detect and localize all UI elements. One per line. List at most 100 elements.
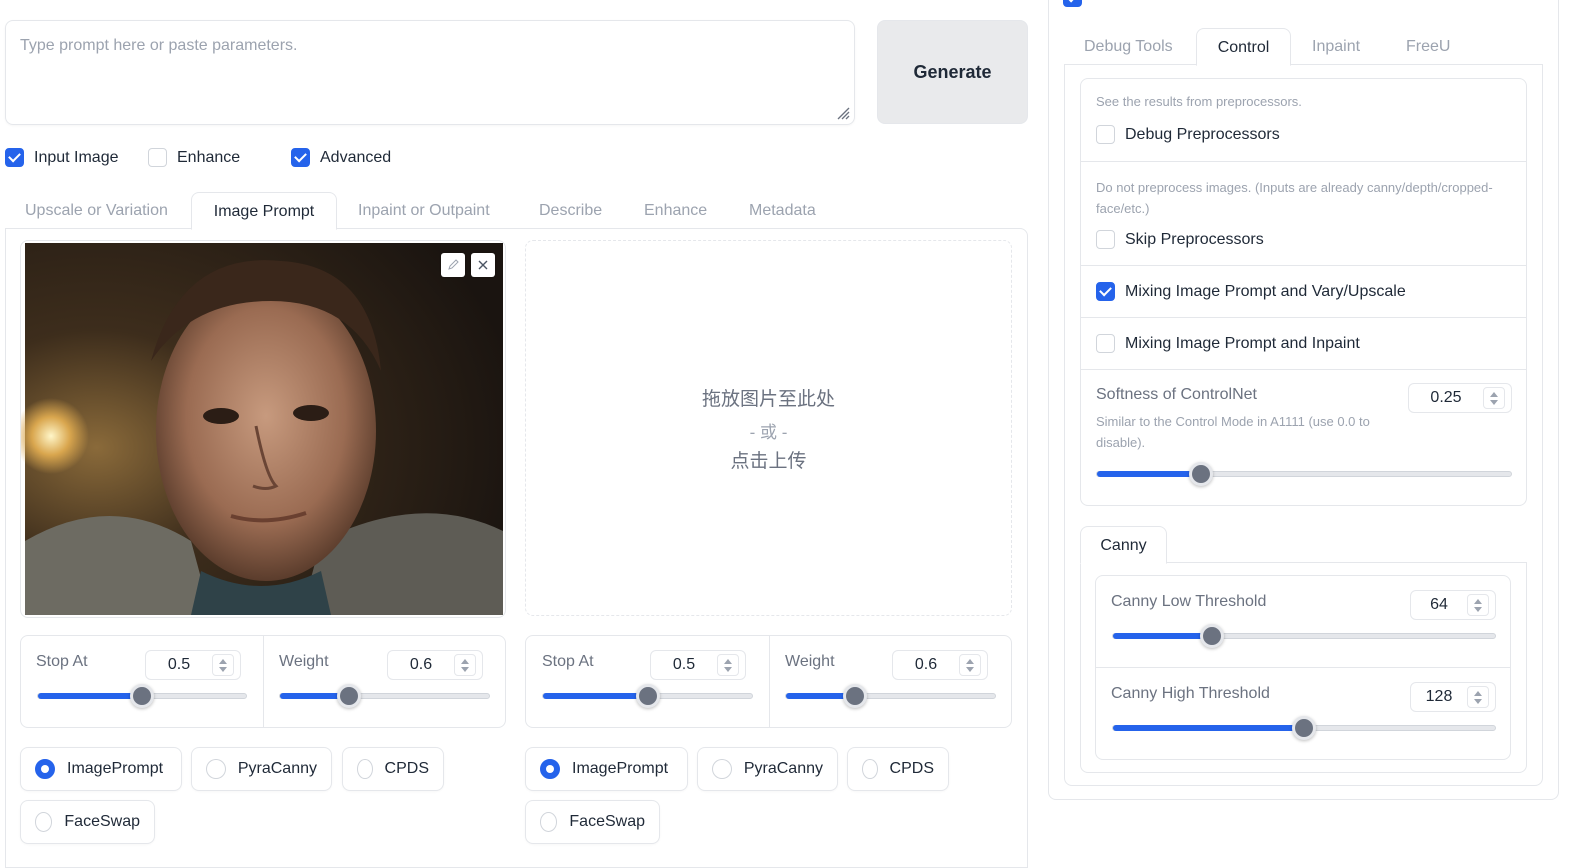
option-advanced[interactable]: Advanced	[291, 148, 391, 167]
slider-knob	[1189, 462, 1213, 486]
tab-enhance[interactable]: Enhance	[644, 202, 707, 220]
stop-at-input[interactable]: 0.5	[650, 650, 746, 680]
tab-inpaint[interactable]: Inpaint	[1312, 38, 1360, 56]
weight-input[interactable]: 0.6	[892, 650, 988, 680]
enhance-label: Enhance	[177, 148, 241, 166]
tab-freeu[interactable]: FreeU	[1406, 38, 1450, 56]
tab-canny[interactable]: Canny	[1080, 526, 1167, 564]
radio-faceswap-2[interactable]: FaceSwap	[525, 800, 660, 844]
mixing-vary-option[interactable]: Mixing Image Prompt and Vary/Upscale	[1096, 282, 1406, 301]
stop-at-label: Stop At	[36, 653, 88, 670]
skip-desc: Do not preprocess images. (Inputs are al…	[1096, 180, 1493, 216]
radio-dot	[206, 759, 226, 779]
weight-slider[interactable]	[785, 684, 996, 708]
mixing-inpaint-checkbox[interactable]	[1096, 334, 1115, 353]
spinner-icon[interactable]	[454, 654, 476, 676]
spinner-icon[interactable]	[1483, 387, 1505, 409]
close-icon[interactable]	[471, 253, 495, 277]
tab-control[interactable]: Control	[1196, 28, 1291, 66]
option-input-image[interactable]: Input Image	[5, 148, 119, 167]
prompt-placeholder: Type prompt here or paste parameters.	[20, 37, 298, 54]
weight-label: Weight	[279, 653, 329, 670]
canny-sliders-block: Canny Low Threshold 64 Canny High Thresh…	[1095, 575, 1511, 760]
enhance-checkbox[interactable]	[148, 148, 167, 167]
stop-at-label: Stop At	[542, 653, 594, 670]
debug-preprocessors-label: Debug Preprocessors	[1125, 125, 1280, 143]
input-image-label: Input Image	[34, 148, 119, 166]
generate-button[interactable]: Generate	[877, 20, 1028, 124]
canny-high-label: Canny High Threshold	[1111, 685, 1270, 702]
input-image-checkbox[interactable]	[5, 148, 24, 167]
image-prompt-1[interactable]	[20, 240, 506, 618]
advanced-checkbox[interactable]	[291, 148, 310, 167]
slider-knob	[337, 684, 361, 708]
mixing-inpaint-option[interactable]: Mixing Image Prompt and Inpaint	[1096, 334, 1360, 353]
prompt-input[interactable]: Type prompt here or paste parameters.	[5, 20, 855, 125]
radio-dot	[35, 812, 53, 832]
radio-faceswap-1[interactable]: FaceSwap	[20, 800, 155, 844]
tab-describe[interactable]: Describe	[539, 202, 602, 220]
radio-pyracanny-1[interactable]: PyraCanny	[191, 747, 332, 791]
skip-preprocessors-option[interactable]: Skip Preprocessors	[1096, 230, 1264, 249]
softness-input[interactable]: 0.25	[1408, 383, 1512, 413]
radio-dot	[357, 759, 373, 779]
mixing-vary-label: Mixing Image Prompt and Vary/Upscale	[1125, 282, 1406, 300]
skip-preprocessors-label: Skip Preprocessors	[1125, 230, 1264, 248]
weight-input[interactable]: 0.6	[387, 650, 483, 680]
upload-hint-click: 点击上传	[730, 451, 807, 472]
tab-metadata[interactable]: Metadata	[749, 202, 816, 220]
debug-preprocessors-checkbox[interactable]	[1096, 125, 1115, 144]
portrait-photo	[21, 243, 503, 615]
canny-high-input[interactable]: 128	[1410, 682, 1496, 712]
spinner-icon[interactable]	[717, 654, 739, 676]
upload-hint-or: - 或 -	[749, 423, 788, 442]
radio-pyracanny-2[interactable]: PyraCanny	[697, 747, 838, 791]
canny-high-slider[interactable]	[1112, 716, 1496, 740]
tab-inpaint-or-outpaint[interactable]: Inpaint or Outpaint	[358, 202, 490, 220]
radio-cpds-1[interactable]: CPDS	[342, 747, 444, 791]
tab-debug-tools[interactable]: Debug Tools	[1084, 38, 1173, 56]
spinner-icon[interactable]	[959, 654, 981, 676]
stop-at-input[interactable]: 0.5	[145, 650, 241, 680]
softness-label: Softness of ControlNet	[1096, 386, 1257, 403]
spinner-icon[interactable]	[1467, 686, 1489, 708]
radio-dot	[712, 759, 732, 779]
skip-preprocessors-checkbox[interactable]	[1096, 230, 1115, 249]
panel-2-sliders: Stop At 0.5 Weight 0.6	[525, 635, 1012, 728]
canny-low-label: Canny Low Threshold	[1111, 593, 1267, 610]
radio-dot	[540, 812, 558, 832]
slider-knob	[1292, 716, 1316, 740]
slider-knob	[1200, 624, 1224, 648]
tab-upscale-or-variation[interactable]: Upscale or Variation	[25, 202, 168, 220]
option-enhance[interactable]: Enhance	[148, 148, 240, 167]
control-options-block: See the results from preprocessors. Debu…	[1080, 78, 1527, 506]
stop-at-slider[interactable]	[37, 684, 247, 708]
image-upload-dropzone[interactable]: 拖放图片至此处 - 或 - 点击上传	[525, 240, 1012, 616]
radio-dot	[540, 759, 560, 779]
edit-icon[interactable]	[441, 253, 465, 277]
radio-cpds-2[interactable]: CPDS	[847, 747, 949, 791]
canny-low-input[interactable]: 64	[1410, 590, 1496, 620]
tab-image-prompt[interactable]: Image Prompt	[191, 192, 337, 230]
radio-dot	[35, 759, 55, 779]
spinner-icon[interactable]	[1467, 594, 1489, 616]
upload-hint-drop: 拖放图片至此处	[701, 389, 835, 410]
softness-desc: Similar to the Control Mode in A1111 (us…	[1096, 414, 1370, 450]
radio-imageprompt-2[interactable]: ImagePrompt	[525, 747, 688, 791]
canny-low-slider[interactable]	[1112, 624, 1496, 648]
stop-at-slider[interactable]	[542, 684, 753, 708]
slider-knob	[130, 684, 154, 708]
softness-slider[interactable]	[1096, 462, 1512, 486]
weight-slider[interactable]	[279, 684, 490, 708]
slider-knob	[636, 684, 660, 708]
debug-preprocessors-option[interactable]: Debug Preprocessors	[1096, 125, 1280, 144]
slider-knob	[843, 684, 867, 708]
weight-label: Weight	[785, 653, 835, 670]
radio-imageprompt-1[interactable]: ImagePrompt	[20, 747, 182, 791]
panel-1-sliders: Stop At 0.5 Weight 0.6	[20, 635, 506, 728]
mixing-inpaint-label: Mixing Image Prompt and Inpaint	[1125, 334, 1360, 352]
debug-desc: See the results from preprocessors.	[1096, 94, 1302, 109]
mixing-vary-checkbox[interactable]	[1096, 282, 1115, 301]
spinner-icon[interactable]	[212, 654, 234, 676]
resize-handle-icon[interactable]	[836, 106, 850, 120]
